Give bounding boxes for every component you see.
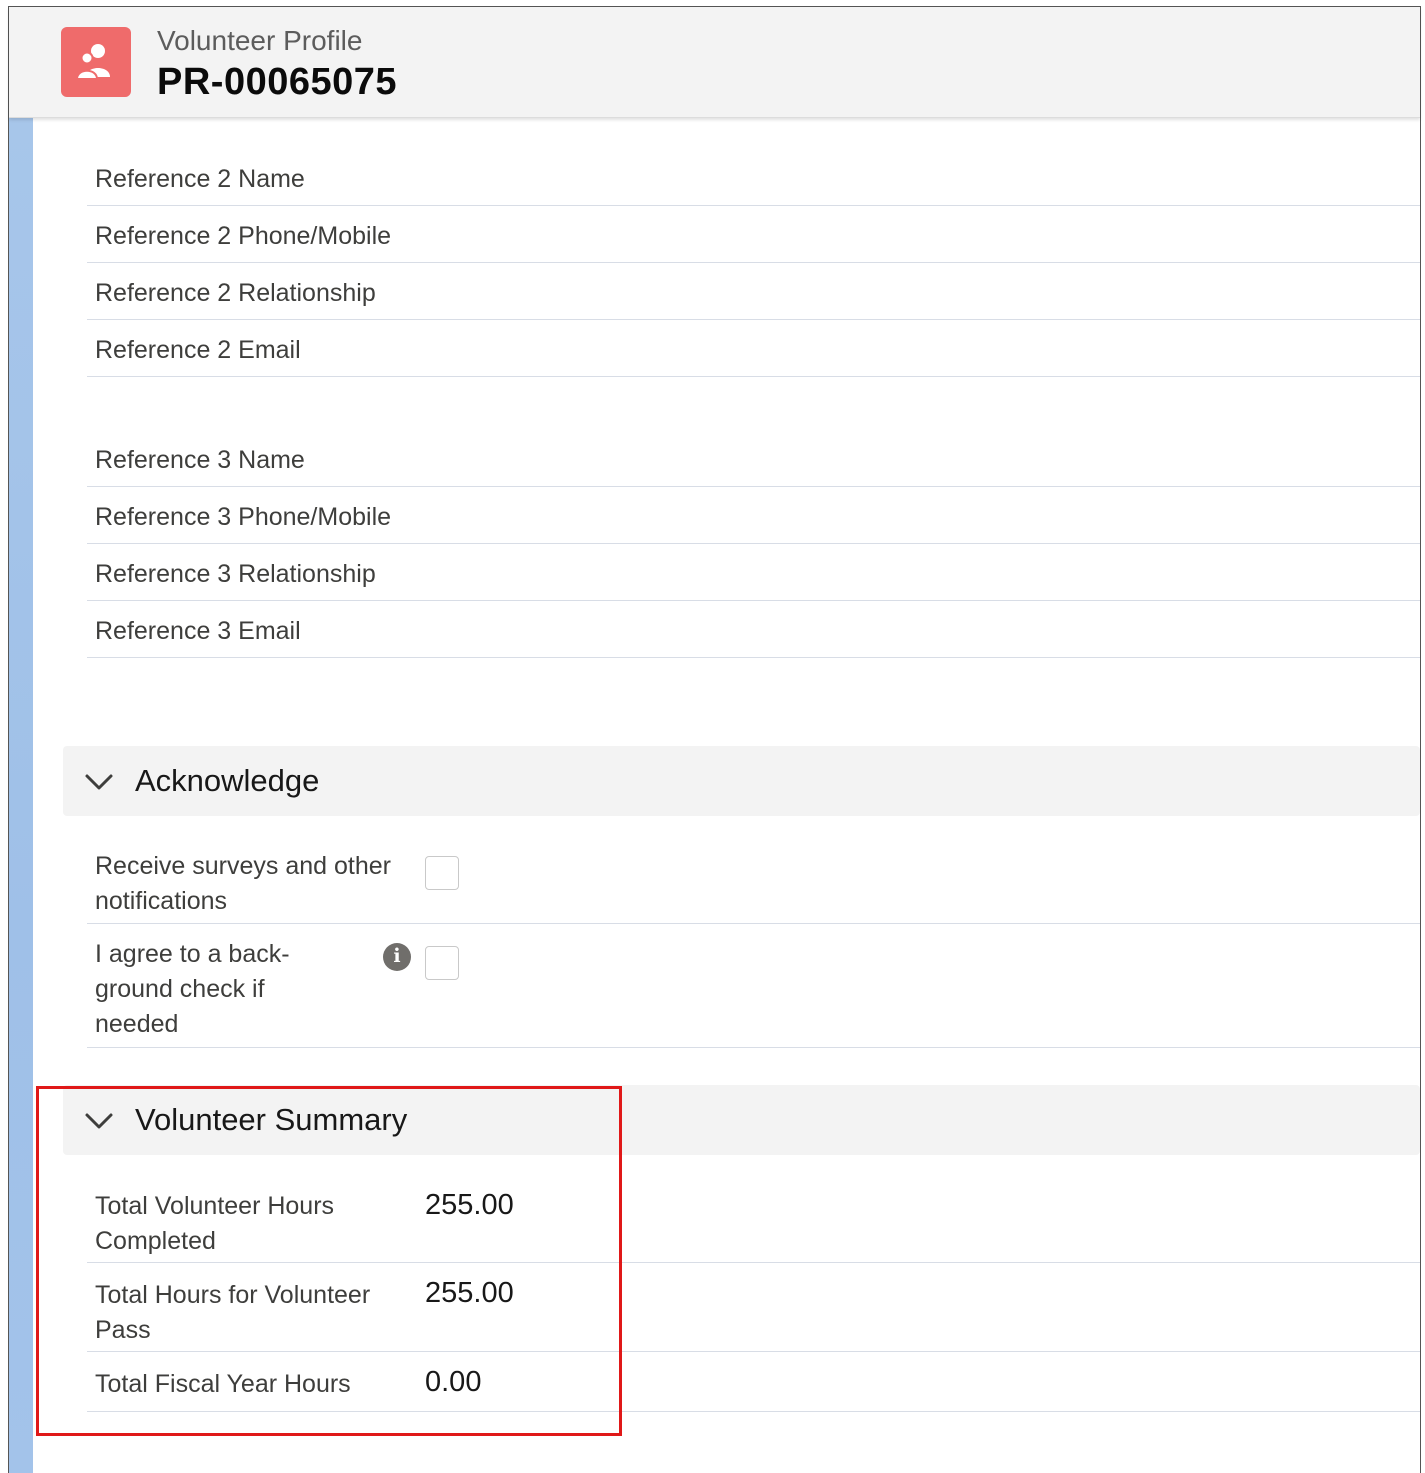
- background-check-checkbox[interactable]: [425, 946, 459, 980]
- field-label: Reference 2 Phone/Mobile: [95, 222, 392, 250]
- field-row-reference-2-phone: Reference 2 Phone/Mobile: [87, 206, 1420, 263]
- section-acknowledge[interactable]: Acknowledge: [63, 746, 1420, 816]
- field-row-receive-surveys: Receive surveys and other notifications: [87, 837, 1420, 924]
- field-label: Reference 2 Relationship: [95, 279, 376, 307]
- field-row-reference-2-relationship: Reference 2 Relationship: [87, 263, 1420, 320]
- side-decoration: [9, 117, 33, 1473]
- field-row-reference-3-email: Reference 3 Email: [87, 601, 1420, 658]
- field-label: Reference 3 Phone/Mobile: [95, 503, 392, 531]
- field-label: Reference 3 Email: [95, 617, 301, 645]
- record-header: Volunteer Profile PR-00065075: [9, 7, 1420, 118]
- field-label: Receive surveys and other notifications: [95, 852, 391, 915]
- info-icon[interactable]: i: [383, 943, 411, 971]
- section-title: Acknowledge: [135, 763, 320, 798]
- field-row-background-check: I agree to a back-ground check if needed…: [87, 924, 1420, 1048]
- field-label: Reference 3 Name: [95, 446, 305, 474]
- object-type-label: Volunteer Profile: [157, 25, 363, 56]
- field-row-reference-3-relationship: Reference 3 Relationship: [87, 544, 1420, 601]
- field-label: I agree to a back-ground check if needed: [95, 940, 290, 1038]
- chevron-down-icon: [85, 774, 113, 790]
- field-row-reference-2-name: Reference 2 Name: [87, 153, 1420, 206]
- field-label: Reference 2 Name: [95, 165, 305, 193]
- field-row-reference-3-name: Reference 3 Name: [87, 433, 1420, 487]
- record-name: PR-00065075: [157, 61, 398, 103]
- field-row-reference-2-email: Reference 2 Email: [87, 320, 1420, 377]
- field-row-reference-3-phone: Reference 3 Phone/Mobile: [87, 487, 1420, 544]
- highlight-box: [36, 1086, 622, 1436]
- volunteer-profile-icon: [61, 27, 131, 97]
- receive-surveys-checkbox[interactable]: [425, 856, 459, 890]
- field-label: Reference 2 Email: [95, 336, 301, 364]
- field-label: Reference 3 Relationship: [95, 560, 376, 588]
